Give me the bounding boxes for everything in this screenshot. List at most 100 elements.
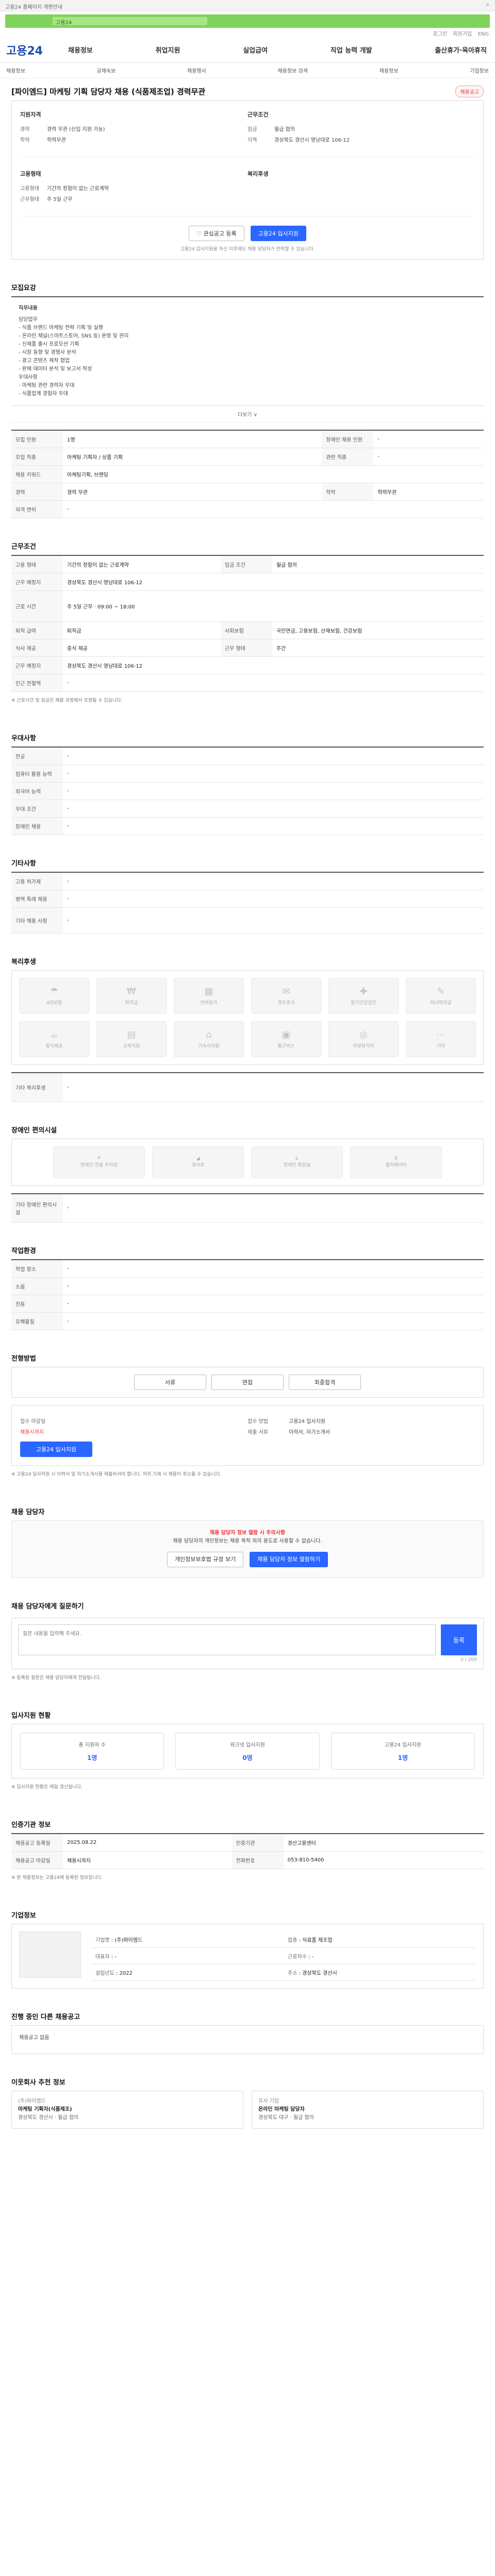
facility-label: 장애인 화장실 [283, 1163, 311, 1168]
table-header: 모집 인원 [11, 430, 63, 448]
field-label: 학력 [20, 138, 30, 143]
table-row: 모집 인원 1명 장애인 채용 인원 - [11, 430, 484, 448]
benefit-label: 4대보험 [46, 1001, 62, 1006]
table-row: 전공 - [11, 747, 484, 765]
table-cell: 경상북도 경산시 영남대로 106-12 [63, 573, 484, 591]
table-header: 채용공고 등록일 [11, 1834, 63, 1852]
facility-item: ♿ 장애인 화장실 [251, 1146, 343, 1178]
subnav-item[interactable]: 채용정보 [6, 66, 25, 74]
more-button[interactable]: 더보기 ∨ [11, 406, 484, 422]
process-section: 전형방법 서류 면접 최종합격 접수 마감일 채용시까지 고용24 입사지원 접… [11, 1353, 484, 1484]
table-header: 전공 [11, 747, 63, 765]
facility-item: ⇅ 엘리베이터 [350, 1146, 442, 1178]
recommend-card[interactable]: 유사 기업 온라인 마케팅 담당자 경상북도 대구 · 월급 협의 [252, 2091, 484, 2129]
table-cell: - [373, 448, 484, 466]
subnav-item[interactable]: 채용정보 검색 [278, 66, 308, 74]
work-table: 고용 형태 기간의 정함이 없는 근로계약 임금 조건 월급 협의 근무 예정지 경상북… [11, 555, 484, 692]
privacy-law-button[interactable]: 개인정보보호법 규정 보기 [167, 1552, 244, 1567]
table-header: 채용 키워드 [11, 465, 63, 483]
promo-banner[interactable]: 고용24 [5, 14, 490, 28]
stat-card: 총 지원자 수 1명 [20, 1733, 164, 1770]
subnav-item[interactable]: 공채속보 [97, 66, 116, 74]
status-note: ※ 입사지원 현황은 매일 갱신됩니다. [11, 1785, 82, 1790]
process-step: 서류 [134, 1375, 206, 1390]
benefit-item: ✉ 경조휴가 [251, 978, 321, 1014]
field-label: 근무형태 [20, 197, 39, 202]
field-value: 월급 협의 [274, 127, 295, 132]
facility-label: 장애인 전용 주차장 [80, 1163, 118, 1168]
process-steps: 서류 면접 최종합격 [11, 1367, 484, 1398]
table-header: 전화번호 [232, 1851, 284, 1869]
duty-line: - 식품 브랜드 마케팅 전략 기획 및 실행 [19, 325, 103, 331]
table-cell: - [63, 747, 484, 765]
section-title: 장애인 편의시설 [11, 1126, 57, 1134]
table-cell: - [63, 1295, 484, 1313]
login-link[interactable]: 로그인 [433, 31, 448, 37]
gnb-menu-item[interactable]: 실업급여 [243, 45, 268, 55]
section-heading: 근무조건 [248, 111, 269, 118]
language-link[interactable]: ENG [477, 31, 489, 37]
gnb-menu-item[interactable]: 채용정보 [68, 45, 93, 55]
table-header: 기타 채용 사항 [11, 907, 63, 934]
section-title: 입사지원 현황 [11, 1712, 51, 1720]
inquiry-input[interactable] [18, 1624, 436, 1655]
table-cell: 주 5일 근무 · 09:00 ~ 18:00 [63, 590, 484, 622]
job-title: [파이엠드] 마케팅 기획 담당자 채용 (식품제조업) 경력무관 [11, 87, 206, 96]
table-header: 근무 형태 [220, 639, 272, 657]
disability-grid: P 장애인 전용 주차장 ◢ 경사로 ♿ 장애인 화장실 ⇅ 엘리베이터 [12, 1139, 483, 1185]
site-logo[interactable]: 고용24 [6, 42, 68, 58]
table-cell: 국민연금, 고용보험, 산재보험, 건강보험 [272, 621, 484, 639]
field-value: 주 5일 근무 [47, 197, 73, 202]
gnb-menu-item[interactable]: 출산휴가·육아휴직 [435, 45, 487, 55]
subnav-item[interactable]: 채용행사 [187, 66, 206, 74]
signup-link[interactable]: 회원가입 [453, 31, 472, 37]
benefit-item: ☂ 4대보험 [19, 978, 89, 1014]
table-row: 퇴직 급여 퇴직금 사회보험 국민연금, 고용보험, 산재보험, 건강보험 [11, 621, 484, 639]
section-title: 모집요강 [11, 284, 36, 292]
parking-icon: P [97, 1156, 101, 1161]
subnav-item[interactable]: 채용정보 [380, 66, 399, 74]
view-manager-button[interactable]: 채용 담당자 정보 열람하기 [250, 1552, 328, 1567]
related-list: 채용공고 없음 [11, 2025, 484, 2054]
close-icon[interactable]: × [486, 2, 490, 8]
warning-text: 채용 담당자의 개인정보는 채용 목적 외의 용도로 사용할 수 없습니다. [173, 1538, 322, 1544]
table-cell: 학력무관 [373, 483, 484, 501]
apply-button[interactable]: 고용24 입사지원 [250, 226, 306, 241]
facility-item: ◢ 경사로 [152, 1146, 244, 1178]
book-icon: ▤ [127, 1029, 136, 1040]
table-cell: 주간 [272, 639, 484, 657]
field-label: 경력 [20, 127, 30, 132]
table-header: 장애인 채용 [11, 817, 63, 835]
sub-navigation: 채용정보 공채속보 채용행사 채용정보 검색 채용정보 기업정보 [0, 63, 495, 78]
subnav-item[interactable]: 기업정보 [470, 66, 489, 74]
benefit-item: ▤ 교육지원 [96, 1021, 167, 1057]
prefer-section: 우대사항 전공 - 컴퓨터 활용 능력 - 외국어 능력 - 우대 조건 - 장애인 채… [11, 733, 484, 835]
table-header: 경력 [11, 483, 63, 501]
process-step: 면접 [211, 1375, 284, 1390]
field-value: 기간의 정함이 없는 근로계약 [47, 186, 109, 192]
table-cell: - [63, 1193, 484, 1223]
etc-section: 기타사항 고용 허가제 - 병역 특례 채용 - 기타 채용 사항 - [11, 858, 484, 934]
company-logo-image [19, 1931, 81, 1978]
work-notice: ※ 근로시간 및 임금은 채용 과정에서 조정될 수 있습니다. [11, 698, 123, 703]
elevator-icon: ⇅ [394, 1156, 398, 1161]
benefit-label: 연차휴가 [200, 1001, 218, 1006]
process-step: 최종합격 [289, 1375, 361, 1390]
table-header: 인근 전철역 [11, 674, 63, 692]
inquiry-section: 채용 담당자에게 질문하기 등록 0 / 200 ※ 등록된 질문은 채용 담당… [11, 1601, 484, 1687]
duty-line: - 마케팅 관련 경력자 우대 [19, 383, 75, 388]
stat-card: 고용24 입사지원 1명 [331, 1733, 475, 1770]
gnb-menu-item[interactable]: 직업 능력 개발 [331, 45, 372, 55]
table-header: 식사 제공 [11, 639, 63, 657]
scrap-button[interactable]: ♡ 관심공고 등록 [189, 226, 244, 241]
recommend-card[interactable]: (주)파이엠드 마케팅 기획자(식품제조) 경상북도 경산시 · 월급 협의 [11, 2091, 243, 2129]
money-icon: ₩ [127, 986, 136, 997]
field-value: 고용24 입사지원 [289, 1419, 326, 1425]
table-cell: 퇴직금 [63, 621, 221, 639]
table-cell: - [63, 890, 484, 908]
gnb-menu-item[interactable]: 취업지원 [156, 45, 180, 55]
apply-button[interactable]: 고용24 입사지원 [20, 1442, 92, 1457]
table-cell: 월급 협의 [272, 555, 484, 573]
field-label: 접수 마감일 [20, 1419, 46, 1425]
inquiry-submit-button[interactable]: 등록 [441, 1624, 477, 1655]
